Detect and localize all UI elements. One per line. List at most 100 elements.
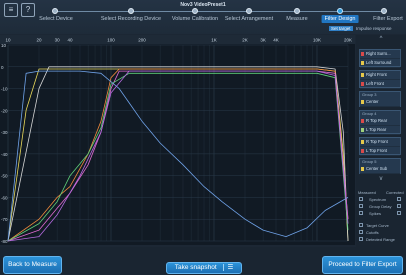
chevron-up-icon[interactable]: ^: [356, 36, 406, 42]
step-filter-export[interactable]: Filter Export: [373, 16, 403, 22]
channel-item[interactable]: Center Sub: [360, 165, 400, 174]
y-tick-label: -10: [1, 87, 8, 92]
x-tick-label: 3K: [260, 38, 266, 43]
channel-item[interactable]: R Top Front: [360, 138, 400, 147]
y-tick-label: -40: [1, 152, 8, 157]
channel-group[interactable]: Group 4 R Top Rear L Top Rear: [359, 110, 401, 135]
color-swatch: [361, 140, 364, 144]
color-swatch: [361, 128, 364, 132]
take-snapshot-label: Take snapshot: [174, 264, 217, 271]
channel-group[interactable]: Right Front Left Front: [359, 70, 401, 89]
proceed-to-filter-export-button[interactable]: Proceed to Filter Export: [322, 256, 403, 274]
app-title: Nov3 VideoPreset1: [180, 2, 226, 8]
step-dot[interactable]: [246, 8, 252, 14]
group-delay-measured-checkbox[interactable]: [359, 204, 363, 208]
option-label: Cutoffs: [366, 230, 379, 235]
y-tick-label: -50: [1, 174, 8, 179]
color-swatch: [361, 73, 364, 77]
target-curve-checkbox[interactable]: [359, 223, 363, 227]
x-tick-label: 2K: [242, 38, 248, 43]
channel-label: Right Front: [366, 72, 387, 77]
y-tick-label: -70: [1, 217, 8, 222]
tab-impulse-response[interactable]: Impulse response: [356, 26, 392, 31]
option-label: Target Curve: [366, 223, 389, 228]
channel-item[interactable]: Center: [360, 98, 400, 107]
channel-label: Right Surro...: [366, 51, 391, 56]
channel-label: Left Surround: [366, 60, 392, 65]
color-swatch: [361, 119, 364, 123]
spikes-measured-checkbox[interactable]: [359, 211, 363, 215]
x-tick-label: 1K: [211, 38, 217, 43]
step-select-device[interactable]: Select Device: [39, 16, 73, 22]
chevron-down-icon[interactable]: v: [356, 176, 406, 182]
x-tick-label: 4K: [273, 38, 279, 43]
step-dot[interactable]: [294, 8, 300, 14]
y-tick-label: -30: [1, 130, 8, 135]
color-swatch: [361, 52, 364, 56]
x-tick-label: 10: [5, 38, 11, 43]
y-tick-label: -20: [1, 108, 8, 113]
step-dot[interactable]: [128, 8, 134, 14]
channel-label: Center Sub: [366, 166, 388, 171]
spikes-corrected-checkbox[interactable]: [397, 211, 401, 215]
frequency-response-chart: 10 20 30 40 100 200 1K 2K 3K 4K 10K 20K 10 0 -10 -20 -30…: [0, 35, 355, 245]
channel-group[interactable]: Group 3 Center: [359, 91, 401, 107]
channel-label: L Top Front: [366, 148, 387, 153]
x-tick-strip: [0, 35, 355, 44]
channel-sidebar: ^ Right Surro... Left Surround Right Fro…: [356, 35, 406, 247]
measured-column-label: Measured: [358, 190, 376, 195]
step-select-arrangement[interactable]: Select Arrangement: [225, 16, 273, 22]
channel-item[interactable]: Left Surround: [360, 59, 400, 68]
channel-label: Center: [366, 99, 379, 104]
channel-label: R Top Rear: [366, 118, 388, 123]
top-bar: ≡ ? Nov3 VideoPreset1 Select Device Sele…: [0, 0, 406, 34]
step-dot[interactable]: [192, 8, 198, 14]
step-dot[interactable]: [381, 8, 387, 14]
step-volume-calibration[interactable]: Volume Calibration: [172, 16, 218, 22]
x-tick-label: 200: [138, 38, 146, 43]
channel-item[interactable]: Right Surro...: [360, 50, 400, 59]
spectrum-corrected-checkbox[interactable]: [397, 197, 401, 201]
y-tick-label: -60: [1, 195, 8, 200]
step-filter-design[interactable]: Filter Design: [321, 15, 359, 23]
x-tick-label: 40: [68, 38, 74, 43]
step-measure[interactable]: Measure: [286, 16, 307, 22]
option-label: Spectrum: [369, 197, 387, 202]
channel-group[interactable]: Right Surro... Left Surround: [359, 49, 401, 68]
step-dot[interactable]: [52, 8, 58, 14]
channel-item[interactable]: Left Front: [360, 80, 400, 89]
spectrum-measured-checkbox[interactable]: [359, 197, 363, 201]
x-tick-label: 30: [55, 38, 61, 43]
option-label: Detected Range: [366, 237, 395, 242]
tab-set-target[interactable]: Set target: [329, 26, 353, 31]
option-label: Spikes: [369, 211, 382, 216]
color-swatch: [361, 167, 364, 171]
color-swatch: [361, 61, 364, 65]
y-tick-label: -80: [1, 239, 8, 244]
cutoffs-checkbox[interactable]: [359, 230, 363, 234]
take-snapshot-button[interactable]: Take snapshot ☰: [166, 262, 242, 274]
channel-item[interactable]: L Top Front: [360, 147, 400, 156]
snapshot-list-icon[interactable]: ☰: [223, 264, 234, 271]
y-tick-label: 10: [1, 43, 7, 48]
channel-group[interactable]: R Top Front L Top Front: [359, 137, 401, 156]
detected-range-checkbox[interactable]: [359, 237, 363, 241]
back-to-measure-button[interactable]: Back to Measure: [3, 256, 62, 274]
bottom-bar: Back to Measure Take snapshot ☰ Proceed …: [0, 247, 406, 275]
x-tick-label: 10K: [313, 38, 321, 43]
corrected-column-label: Corrected: [386, 190, 404, 195]
channel-item[interactable]: R Top Rear: [360, 117, 400, 126]
channel-label: Left Front: [366, 81, 384, 86]
channel-group[interactable]: Group 5 Center Sub: [359, 158, 401, 174]
channel-item[interactable]: Right Front: [360, 71, 400, 80]
color-swatch: [361, 100, 364, 104]
x-tick-label: 20: [36, 38, 42, 43]
channel-label: R Top Front: [366, 139, 388, 144]
option-label: Group Delay: [369, 204, 392, 209]
step-dot-active[interactable]: [337, 8, 343, 14]
color-swatch: [361, 82, 364, 86]
group-delay-corrected-checkbox[interactable]: [397, 204, 401, 208]
step-select-recording-device[interactable]: Select Recording Device: [101, 16, 161, 22]
channel-item[interactable]: L Top Rear: [360, 126, 400, 135]
x-tick-label: 20K: [344, 38, 352, 43]
